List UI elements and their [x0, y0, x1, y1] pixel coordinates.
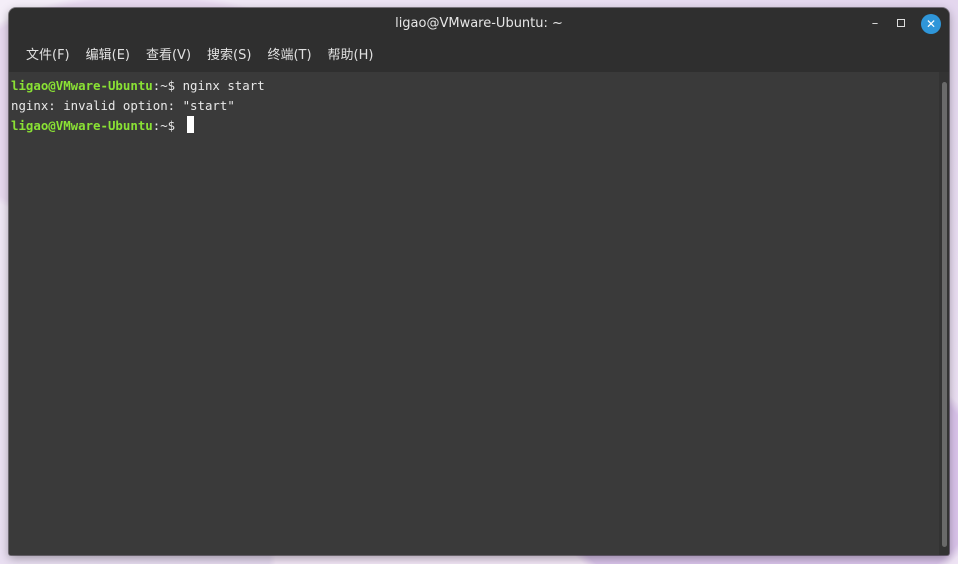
maximize-icon	[897, 19, 905, 27]
prompt-user: ligao@VMware-Ubuntu	[11, 78, 153, 93]
minimize-button[interactable]: –	[866, 15, 884, 33]
menu-edit[interactable]: 编辑(E)	[78, 40, 138, 72]
text-cursor	[186, 116, 194, 133]
titlebar[interactable]: ligao@VMware-Ubuntu: ~ – ✕	[9, 8, 949, 40]
prompt-user: ligao@VMware-Ubuntu	[11, 118, 153, 133]
menu-help[interactable]: 帮助(H)	[320, 40, 382, 72]
prompt-path: :~$	[152, 78, 183, 93]
close-button[interactable]: ✕	[921, 14, 941, 34]
maximize-button[interactable]	[893, 15, 911, 33]
terminal-output[interactable]: ligao@VMware-Ubuntu:~$ nginx start nginx…	[9, 72, 939, 555]
terminal-line: ligao@VMware-Ubuntu:~$ nginx start	[11, 76, 937, 96]
output-text: nginx: invalid option: "start"	[11, 98, 235, 113]
menubar: 文件(F) 编辑(E) 查看(V) 搜索(S) 终端(T) 帮助(H)	[9, 40, 949, 72]
menu-search[interactable]: 搜索(S)	[199, 40, 259, 72]
terminal-window: ligao@VMware-Ubuntu: ~ – ✕ 文件(F) 编辑(E) 查…	[9, 8, 949, 555]
command-text: nginx start	[182, 78, 265, 93]
scrollbar-thumb[interactable]	[942, 82, 947, 547]
menu-file[interactable]: 文件(F)	[18, 40, 78, 72]
menu-view[interactable]: 查看(V)	[138, 40, 199, 72]
window-title: ligao@VMware-Ubuntu: ~	[395, 16, 563, 31]
terminal-line: ligao@VMware-Ubuntu:~$	[11, 116, 937, 136]
prompt-path: :~$	[152, 118, 183, 133]
menu-terminal[interactable]: 终端(T)	[259, 40, 319, 72]
terminal-line: nginx: invalid option: "start"	[11, 96, 937, 116]
scrollbar[interactable]	[939, 72, 949, 555]
